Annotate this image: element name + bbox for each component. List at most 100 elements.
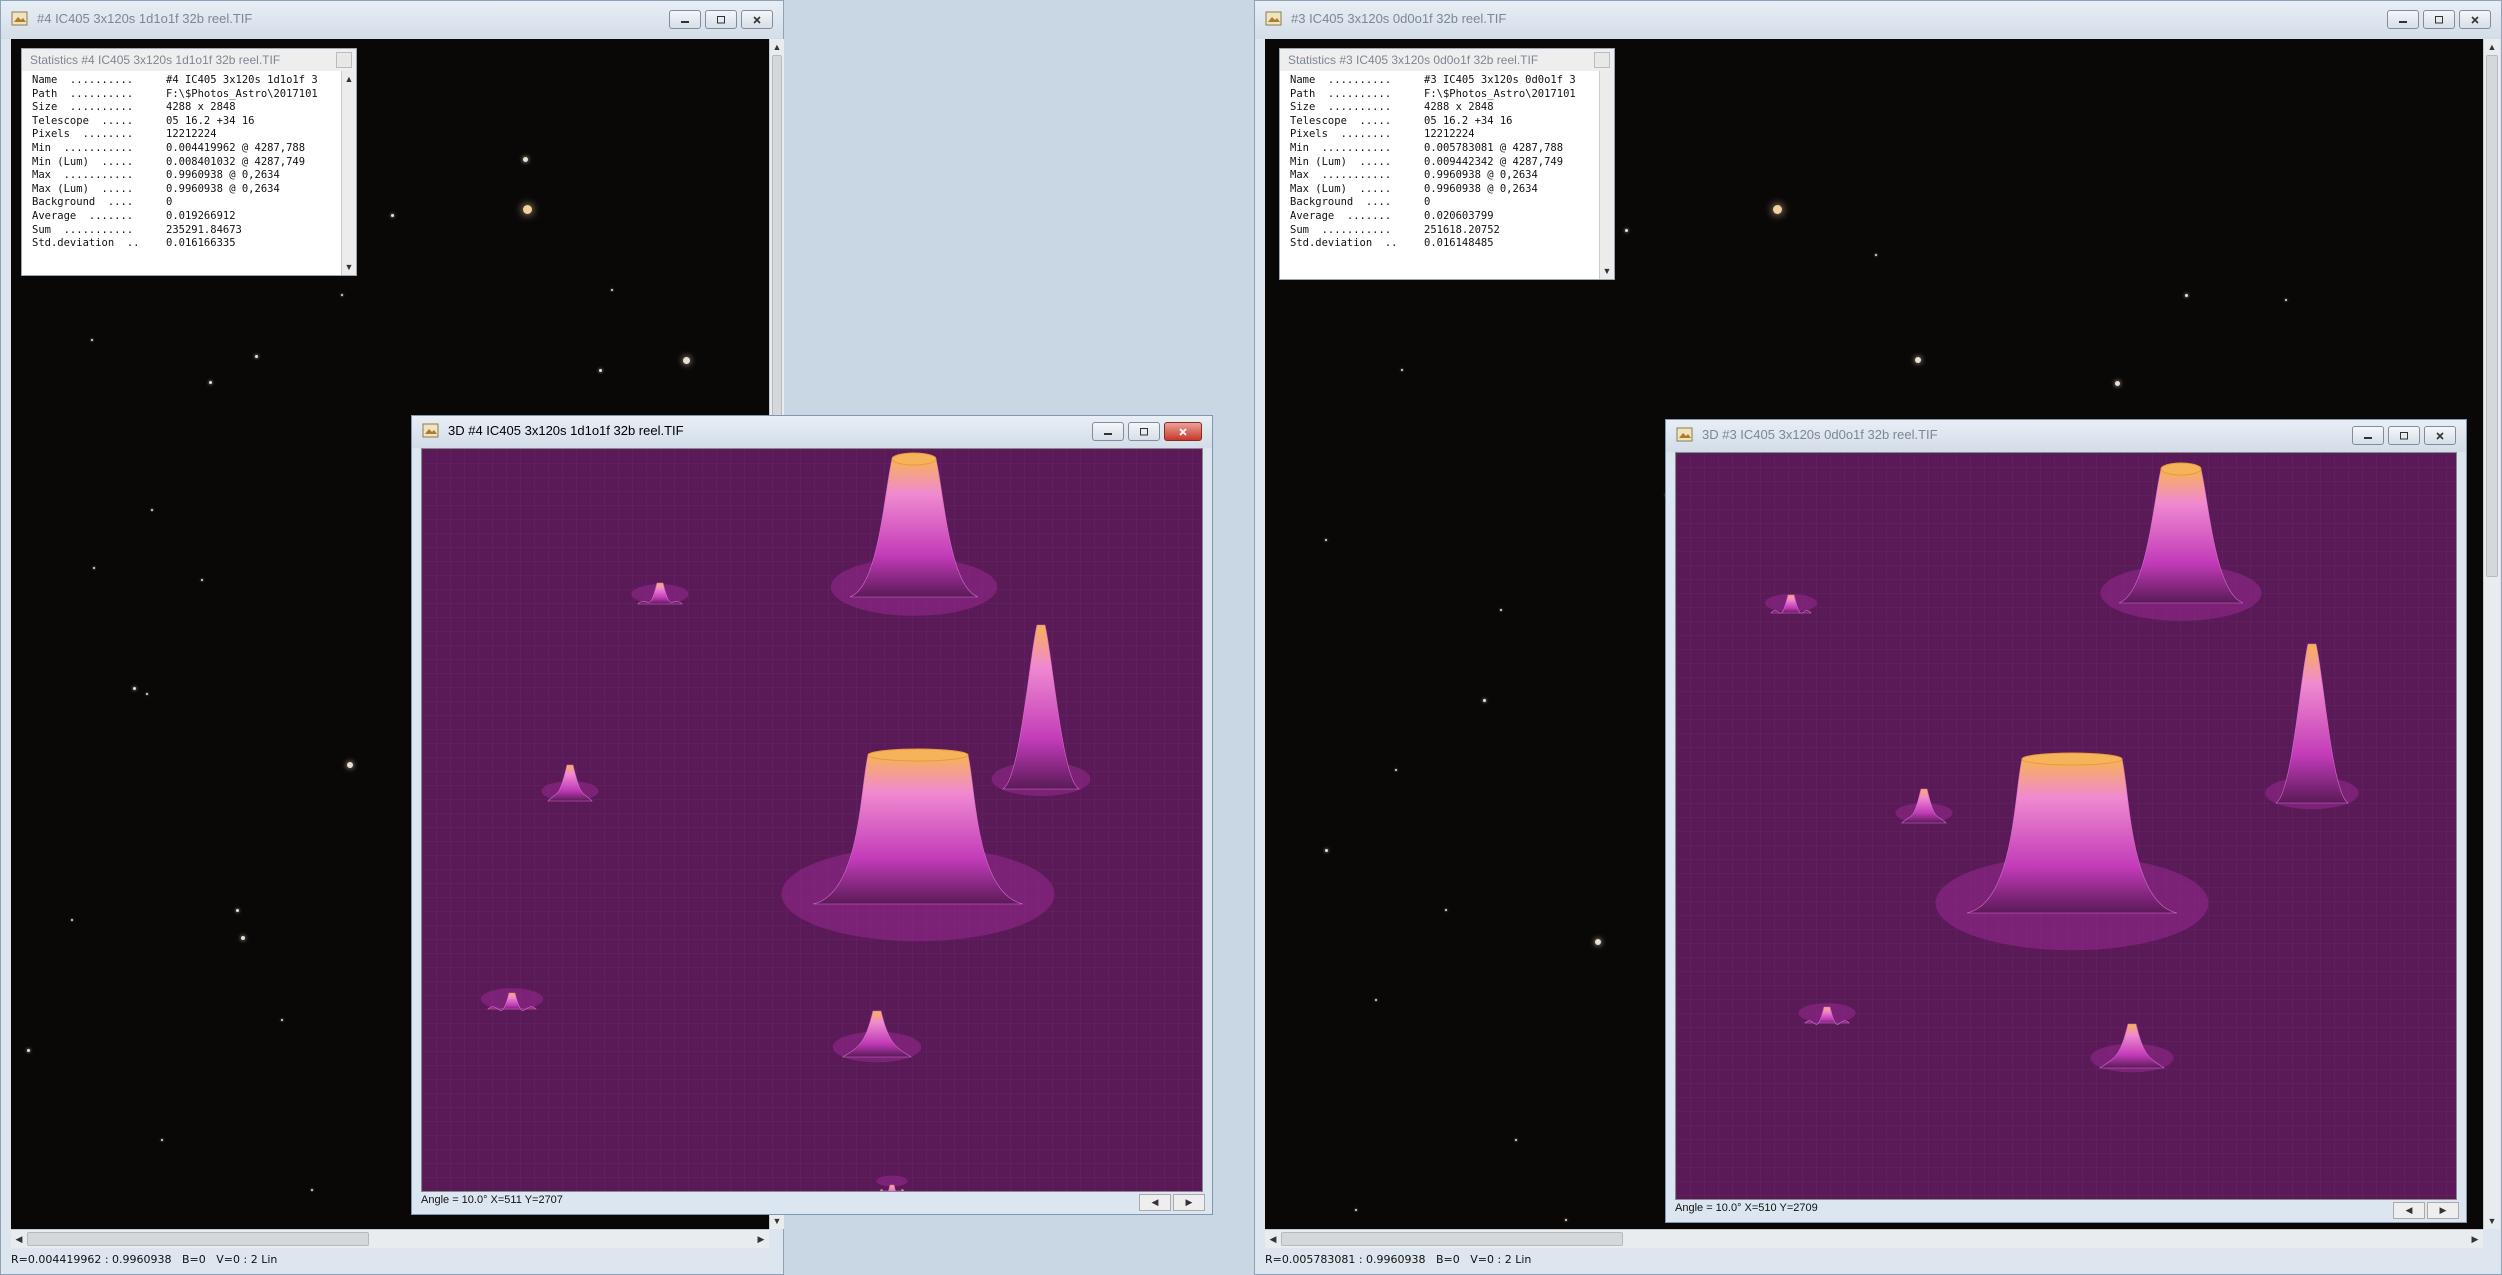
- stats-value: 4288 x 2848: [1424, 101, 1494, 114]
- right-hscroll-thumb[interactable]: [1281, 1232, 1623, 1246]
- left-stats-list: Name .......... #4 IC405 3x120s 1d1o1f 3 P…: [22, 71, 342, 275]
- star: [1325, 539, 1327, 541]
- stats-close-button[interactable]: [1594, 52, 1610, 68]
- star: [1401, 369, 1403, 371]
- minimize-button[interactable]: [1092, 422, 1124, 441]
- star: [523, 157, 528, 162]
- minimize-icon: [2364, 436, 2372, 439]
- right-vertical-scrollbar[interactable]: ▲ ▼: [2483, 39, 2500, 1229]
- arrow-down-icon[interactable]: ▼: [1599, 263, 1615, 279]
- arrow-down-icon[interactable]: ▼: [769, 1213, 785, 1229]
- minimize-button[interactable]: [2387, 10, 2419, 29]
- stats-key: Average .......: [1290, 209, 1392, 222]
- arrow-right-icon[interactable]: ▶: [2467, 1231, 2483, 1247]
- right-3d-plot-window[interactable]: 3D #3 IC405 3x120s 0d0o1f 32b reel.TIF A…: [1665, 419, 2467, 1223]
- right-horizontal-scrollbar[interactable]: ◀ ▶: [1265, 1229, 2483, 1248]
- close-button[interactable]: [2459, 10, 2491, 29]
- stats-value: F:\$Photos_Astro\2017101: [1424, 87, 1576, 100]
- star: [1500, 609, 1502, 611]
- stats-value: 0.9960938 @ 0,2634: [1424, 169, 1538, 182]
- stats-key: Telescope .....: [32, 114, 134, 127]
- right-window-titlebar[interactable]: #3 IC405 3x120s 0d0o1f 32b reel.TIF: [1255, 1, 2501, 39]
- left-3d-surface-plot[interactable]: [421, 448, 1203, 1192]
- left-stats-titlebar[interactable]: Statistics #4 IC405 3x120s 1d1o1f 32b re…: [22, 49, 356, 72]
- maximize-icon: [717, 15, 725, 23]
- peak-plateau: [867, 748, 969, 762]
- close-button[interactable]: [2424, 426, 2456, 445]
- star: [599, 369, 602, 372]
- stats-row: Size .......... 4288 x 2848: [1290, 101, 1600, 115]
- stats-value: F:\$Photos_Astro\2017101: [166, 87, 318, 100]
- right-status-bar: R=0.005783081 : 0.9960938 B=0 V=0 : 2 Li…: [1265, 1253, 1532, 1266]
- close-button[interactable]: [741, 10, 773, 29]
- star: [1773, 205, 1782, 214]
- close-button[interactable]: [1164, 422, 1202, 441]
- left-window-titlebar[interactable]: #4 IC405 3x120s 1d1o1f 32b reel.TIF: [1, 1, 783, 39]
- star: [311, 1189, 313, 1191]
- arrow-right-icon[interactable]: ▶: [753, 1231, 769, 1247]
- stats-key: Name ..........: [32, 74, 134, 86]
- arrow-up-icon[interactable]: ▲: [341, 71, 357, 87]
- left-image-window[interactable]: #4 IC405 3x120s 1d1o1f 32b reel.TIF ▲ ▼ …: [0, 0, 1213, 1275]
- star: [161, 1139, 163, 1141]
- stats-value: 235291.84673: [166, 223, 242, 236]
- stats-key: Max ...........: [32, 169, 134, 182]
- maximize-button[interactable]: [2388, 426, 2420, 445]
- left-3d-plot-window[interactable]: 3D #4 IC405 3x120s 1d1o1f 32b reel.TIF A…: [411, 415, 1213, 1215]
- stats-row: Size .......... 4288 x 2848: [32, 101, 342, 115]
- right-statistics-panel[interactable]: Statistics #3 IC405 3x120s 0d0o1f 32b re…: [1279, 48, 1615, 280]
- star: [241, 936, 245, 940]
- maximize-button[interactable]: [705, 10, 737, 29]
- minimize-button[interactable]: [2352, 426, 2384, 445]
- maximize-button[interactable]: [1128, 422, 1160, 441]
- arrow-left-icon[interactable]: ◀: [1139, 1194, 1171, 1211]
- minimize-icon: [2399, 20, 2407, 23]
- left-hscroll-thumb[interactable]: [27, 1232, 369, 1246]
- right-stats-titlebar[interactable]: Statistics #3 IC405 3x120s 0d0o1f 32b re…: [1280, 49, 1614, 72]
- right-vscroll-thumb[interactable]: [2486, 55, 2498, 577]
- arrow-left-icon[interactable]: ◀: [2393, 1202, 2425, 1219]
- maximize-button[interactable]: [2423, 10, 2455, 29]
- arrow-down-icon[interactable]: ▼: [341, 259, 357, 275]
- star: [611, 289, 613, 291]
- star: [1595, 939, 1601, 945]
- arrow-up-icon[interactable]: ▲: [769, 39, 785, 55]
- stats-value: 0.005783081 @ 4287,788: [1424, 141, 1564, 154]
- stats-row: Pixels ........ 12212224: [32, 128, 342, 142]
- arrow-down-icon[interactable]: ▼: [2484, 1213, 2500, 1229]
- arrow-right-icon[interactable]: ▶: [1173, 1194, 1205, 1211]
- right-3d-titlebar[interactable]: 3D #3 IC405 3x120s 0d0o1f 32b reel.TIF: [1666, 420, 2466, 452]
- arrow-up-icon[interactable]: ▲: [2484, 39, 2500, 55]
- left-3d-titlebar[interactable]: 3D #4 IC405 3x120s 1d1o1f 32b reel.TIF: [412, 416, 1212, 448]
- right-stats-scrollbar[interactable]: ▼: [1599, 71, 1614, 279]
- image-document-icon: [1265, 11, 1282, 26]
- stats-key: Min ...........: [32, 141, 134, 154]
- stats-value: 0.016166335: [166, 237, 236, 250]
- arrow-right-icon[interactable]: ▶: [2427, 1202, 2459, 1219]
- stats-row: Min ........... 0.004419962 @ 4287,788: [32, 142, 342, 156]
- arrow-left-icon[interactable]: ◀: [11, 1231, 27, 1247]
- star: [93, 567, 95, 569]
- left-statistics-panel[interactable]: Statistics #4 IC405 3x120s 1d1o1f 32b re…: [21, 48, 357, 276]
- peak-plateau: [891, 452, 937, 466]
- stats-row: Min (Lum) ..... 0.008401032 @ 4287,749: [32, 156, 342, 170]
- star: [236, 909, 239, 912]
- stats-row: Std.deviation .. 0.016166335: [32, 237, 342, 251]
- stats-key: Std.deviation ..: [1290, 237, 1398, 250]
- stats-value: 0.004419962 @ 4287,788: [166, 141, 306, 154]
- stats-value: 0.020603799: [1424, 209, 1494, 222]
- left-stats-scrollbar[interactable]: ▲ ▼: [341, 71, 356, 275]
- stats-key: Std.deviation ..: [32, 237, 140, 250]
- star: [341, 294, 343, 296]
- stats-value: 0.009442342 @ 4287,749: [1424, 155, 1564, 168]
- stats-key: Size ..........: [32, 101, 134, 114]
- stats-key: Min (Lum) .....: [32, 155, 134, 168]
- star: [1483, 699, 1486, 702]
- right-3d-surface-plot[interactable]: [1675, 452, 2457, 1200]
- right-image-window[interactable]: #3 IC405 3x120s 0d0o1f 32b reel.TIF ▲ ▼ …: [1254, 0, 2502, 1275]
- arrow-left-icon[interactable]: ◀: [1265, 1231, 1281, 1247]
- star: [2285, 299, 2287, 301]
- left-horizontal-scrollbar[interactable]: ◀ ▶: [11, 1229, 769, 1248]
- stats-close-button[interactable]: [336, 52, 352, 68]
- minimize-button[interactable]: [669, 10, 701, 29]
